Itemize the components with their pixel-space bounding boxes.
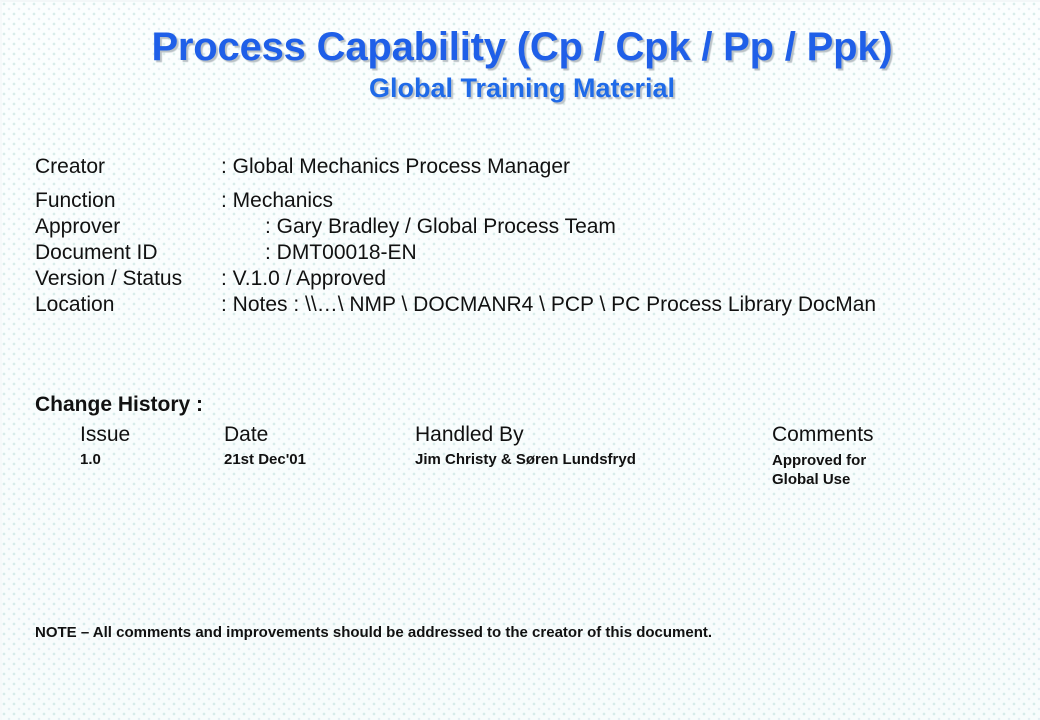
metadata-row-location: Location : Notes : \\…\ NMP \ DOCMANR4 \ …: [35, 292, 876, 318]
cell-date: 21st Dec'01: [224, 451, 306, 468]
title-block: Process Capability (Cp / Cpk / Pp / Ppk)…: [2, 24, 1040, 105]
metadata-value-approver: : Gary Bradley / Global Process Team: [265, 215, 616, 238]
change-history-heading: Change History :: [35, 393, 204, 416]
column-header-handled-by: Handled By: [415, 423, 524, 446]
cell-comments: Approved for Global Use: [772, 452, 867, 488]
metadata-value-function: : Mechanics: [221, 189, 334, 212]
metadata-label-version-status: Version / Status: [35, 267, 183, 290]
slide-canvas: Process Capability (Cp / Cpk / Pp / Ppk)…: [0, 0, 1040, 720]
metadata-row-function: Function : Mechanics: [35, 188, 876, 214]
metadata-row-version-status: Version / Status : V.1.0 / Approved: [35, 266, 876, 292]
metadata-row-document-id: Document ID : DMT00018-EN: [35, 240, 876, 266]
page-subtitle: Global Training Material: [368, 73, 676, 103]
column-header-issue: Issue: [80, 423, 131, 446]
metadata-value-location: : Notes : \\…\ NMP \ DOCMANR4 \ PCP \ PC…: [221, 293, 877, 316]
cell-handled-by: Jim Christy & Søren Lundsfryd: [415, 451, 636, 468]
table-header-row: Issue Date Handled By Comments: [80, 423, 1020, 451]
column-header-date: Date: [224, 423, 269, 446]
metadata-label-document-id: Document ID: [35, 241, 158, 264]
metadata-row-approver: Approver : Gary Bradley / Global Process …: [35, 214, 876, 240]
metadata-label-creator: Creator: [35, 155, 106, 178]
page-title: Process Capability (Cp / Cpk / Pp / Ppk): [151, 25, 893, 69]
metadata-label-approver: Approver: [35, 215, 121, 238]
column-header-comments: Comments: [772, 423, 874, 446]
metadata-label-location: Location: [35, 293, 115, 316]
change-history-table: Issue Date Handled By Comments 1.0 21st …: [80, 423, 1020, 488]
metadata-value-version-status: : V.1.0 / Approved: [221, 267, 387, 290]
metadata-label-function: Function: [35, 189, 116, 212]
metadata-row-creator: Creator : Global Mechanics Process Manage…: [35, 154, 876, 188]
metadata-value-document-id: : DMT00018-EN: [265, 241, 417, 264]
metadata-value-creator: : Global Mechanics Process Manager: [221, 155, 570, 178]
footer-note: NOTE – All comments and improvements sho…: [35, 624, 713, 641]
cell-issue: 1.0: [80, 451, 101, 468]
document-metadata: Creator : Global Mechanics Process Manage…: [35, 154, 876, 318]
